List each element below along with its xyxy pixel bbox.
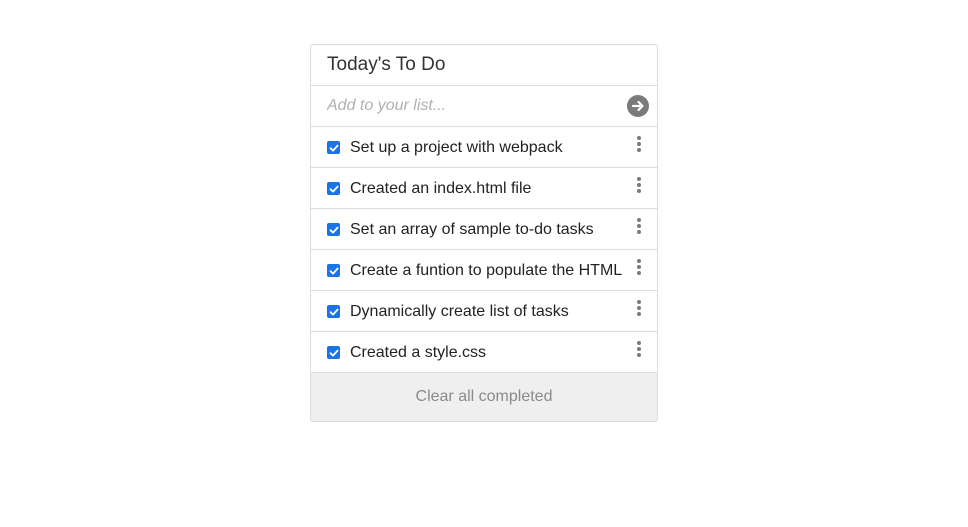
task-item: Set up a project with webpack xyxy=(311,127,657,168)
task-text: Created a style.css xyxy=(350,344,487,361)
more-options-icon[interactable] xyxy=(633,216,645,236)
checkmark-icon xyxy=(329,267,338,274)
task-text: Created an index.html file xyxy=(350,180,532,197)
more-options-icon[interactable] xyxy=(633,134,645,154)
checkmark-icon xyxy=(329,308,338,315)
page-title: Today's To Do xyxy=(327,54,446,75)
task-item: Dynamically create list of tasks xyxy=(311,291,657,332)
more-options-icon[interactable] xyxy=(633,257,645,277)
task-item: Create a funtion to populate the HTML xyxy=(311,250,657,291)
task-checkbox[interactable] xyxy=(327,264,340,277)
submit-task-button[interactable] xyxy=(627,95,649,117)
task-checkbox[interactable] xyxy=(327,182,340,195)
add-task-input[interactable] xyxy=(327,97,627,115)
card-header: Today's To Do xyxy=(311,45,657,86)
task-checkbox[interactable] xyxy=(327,141,340,154)
add-row xyxy=(311,86,657,127)
todo-card: Today's To Do Set up a project with webp… xyxy=(310,44,658,422)
checkmark-icon xyxy=(329,349,338,356)
more-options-icon[interactable] xyxy=(633,339,645,359)
task-text: Set up a project with webpack xyxy=(350,139,563,156)
task-item: Created a style.css xyxy=(311,332,657,373)
task-checkbox[interactable] xyxy=(327,223,340,236)
task-checkbox[interactable] xyxy=(327,346,340,359)
clear-completed-button[interactable]: Clear all completed xyxy=(311,373,657,421)
task-checkbox[interactable] xyxy=(327,305,340,318)
more-options-icon[interactable] xyxy=(633,298,645,318)
arrow-right-circle-icon xyxy=(631,100,644,112)
task-item: Created an index.html file xyxy=(311,168,657,209)
task-list: Set up a project with webpack Created an… xyxy=(311,127,657,373)
task-item: Set an array of sample to-do tasks xyxy=(311,209,657,250)
task-text: Create a funtion to populate the HTML xyxy=(350,262,623,279)
checkmark-icon xyxy=(329,144,338,151)
task-text: Dynamically create list of tasks xyxy=(350,303,569,320)
checkmark-icon xyxy=(329,185,338,192)
task-text: Set an array of sample to-do tasks xyxy=(350,221,594,238)
more-options-icon[interactable] xyxy=(633,175,645,195)
checkmark-icon xyxy=(329,226,338,233)
